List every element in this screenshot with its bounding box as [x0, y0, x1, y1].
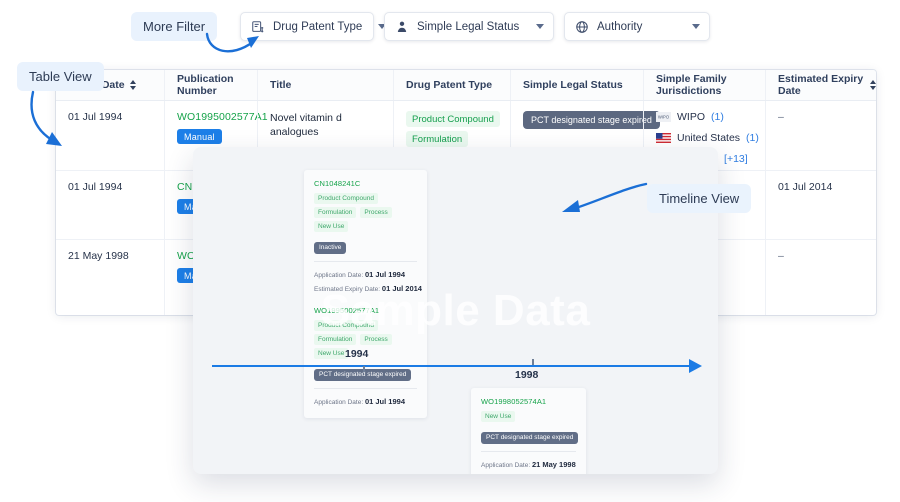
timeline-status-badge: Inactive — [314, 242, 346, 254]
jurisdiction-more-link[interactable]: [+13] — [724, 153, 748, 165]
status-person-icon — [395, 20, 409, 34]
timeline-card-tags: New Use — [481, 411, 576, 422]
axis-label-1998: 1998 — [515, 369, 538, 381]
timeline-meta-row: Application Date: 01 Jul 1994 — [314, 268, 417, 282]
cell-publication-date: 01 Jul 1994 — [56, 171, 164, 239]
jurisdiction-count: (1) — [711, 111, 724, 123]
jurisdiction-count: (1) — [746, 132, 759, 144]
column-header-drug-patent-type[interactable]: Drug Patent Type — [393, 70, 510, 100]
meta-value: 21 May 1998 — [532, 460, 576, 469]
axis-tick — [532, 359, 534, 365]
callout-more-filter: More Filter — [131, 12, 217, 41]
sort-icon[interactable] — [130, 80, 136, 90]
timeline-tag: Process — [360, 207, 391, 218]
cell-estimated-expiry-date: 01 Jul 2014 — [765, 171, 876, 239]
filter-simple-legal-status[interactable]: Simple Legal Status — [384, 12, 554, 41]
filter-drug-patent-type[interactable]: Drug Patent Type — [240, 12, 374, 41]
table-header-row: cation Date Publication Number Title Dru… — [56, 70, 876, 101]
meta-label: Application Date: — [481, 462, 530, 469]
callout-timeline-view: Timeline View — [647, 184, 751, 213]
cell-publication-date: 21 May 1998 — [56, 240, 164, 315]
divider — [314, 388, 417, 389]
timeline-tag: New Use — [314, 221, 348, 232]
axis-tick — [363, 366, 365, 372]
timeline-tag: New Use — [314, 348, 348, 359]
timeline-meta-row: Estimated Expiry Date: 01 Jul 2014 — [314, 282, 417, 296]
expiry-value: – — [778, 111, 784, 123]
timeline-card-id[interactable]: WO1998052574A1 — [481, 397, 576, 406]
timeline-status-badge: PCT designated stage expired — [481, 432, 578, 444]
svg-text:WIPO: WIPO — [658, 115, 670, 120]
app-root: Drug Patent Type Simple Legal Status — [0, 0, 900, 502]
timeline-tag: New Use — [481, 411, 515, 422]
column-header-estimated-expiry-date[interactable]: Estimated Expiry Date — [765, 70, 876, 100]
jurisdiction-name: United States — [677, 132, 740, 144]
timeline-card-tags: Product Compound Formulation Process New… — [314, 193, 417, 232]
us-flag-icon — [656, 133, 671, 143]
axis-label-1994: 1994 — [345, 348, 368, 360]
status-badge: PCT designated stage expired — [523, 111, 660, 129]
publication-number-link[interactable]: WO1995002577A1 — [177, 111, 245, 123]
sample-data-watermark: Sample Data — [193, 147, 718, 474]
column-header-simple-legal-status[interactable]: Simple Legal Status — [510, 70, 643, 100]
timeline-card-id[interactable]: WO1995002577A1 — [314, 306, 417, 315]
jurisdiction-name: WIPO — [677, 111, 705, 123]
expiry-value: – — [778, 250, 784, 262]
timeline-tag: Formulation — [314, 207, 356, 218]
column-header-publication-number[interactable]: Publication Number — [164, 70, 257, 100]
timeline-view-panel: CN1048241C Product Compound Formulation … — [193, 147, 718, 474]
timeline-tag: Product Compound — [314, 320, 378, 331]
timeline-card[interactable]: CN1048241C Product Compound Formulation … — [314, 179, 417, 296]
cell-estimated-expiry-date: – — [765, 101, 876, 170]
meta-value: 01 Jul 1994 — [365, 397, 405, 406]
timeline-card[interactable]: WO1998052574A1 New Use PCT designated st… — [471, 388, 586, 474]
wipo-flag-icon: WIPO — [656, 112, 671, 122]
meta-label: Application Date: — [314, 272, 363, 279]
timeline-tag: Product Compound — [314, 193, 378, 204]
divider — [481, 451, 576, 452]
timeline-meta-row: Application Date: 01 Jul 1994 — [314, 395, 417, 409]
cell-estimated-expiry-date: – — [765, 240, 876, 315]
patent-type-tag: Product Compound — [406, 111, 500, 127]
jurisdiction-item[interactable]: United States (1) — [656, 132, 753, 144]
timeline-axis-arrow-icon — [689, 359, 702, 373]
meta-label: Application Date: — [314, 399, 363, 406]
title-text: Novel vitamin d analogues — [270, 111, 381, 139]
sort-icon[interactable] — [870, 80, 876, 90]
chevron-down-icon — [536, 24, 544, 29]
filter-bar: Drug Patent Type Simple Legal Status — [240, 12, 710, 41]
meta-value: 01 Jul 2014 — [382, 284, 422, 293]
patent-type-tag: Formulation — [406, 131, 468, 147]
meta-label: Estimated Expiry Date: — [314, 286, 380, 293]
timeline-tag: Process — [360, 334, 391, 345]
filter-label: Authority — [597, 21, 642, 33]
column-header-simple-family-jurisdictions[interactable]: Simple Family Jurisdictions — [643, 70, 765, 100]
globe-icon — [575, 20, 589, 34]
timeline-meta-row: Application Date: 21 May 1998 — [481, 458, 576, 472]
filter-authority[interactable]: Authority — [564, 12, 710, 41]
column-header-title[interactable]: Title — [257, 70, 393, 100]
timeline-axis — [212, 365, 694, 367]
timeline-tag: Formulation — [314, 334, 356, 345]
cell-publication-date: 01 Jul 1994 — [56, 101, 164, 170]
filter-label: Drug Patent Type — [273, 21, 362, 33]
timeline-card-group[interactable]: CN1048241C Product Compound Formulation … — [304, 170, 427, 418]
filter-label: Simple Legal Status — [417, 21, 519, 33]
patent-list-icon — [251, 20, 265, 34]
timeline-card-id[interactable]: CN1048241C — [314, 179, 417, 188]
manual-badge: Manual — [177, 129, 222, 144]
divider — [314, 261, 417, 262]
chevron-down-icon — [692, 24, 700, 29]
callout-table-view: Table View — [17, 62, 104, 91]
jurisdiction-item[interactable]: WIPO WIPO (1) — [656, 111, 753, 123]
meta-value: 01 Jul 1994 — [365, 270, 405, 279]
